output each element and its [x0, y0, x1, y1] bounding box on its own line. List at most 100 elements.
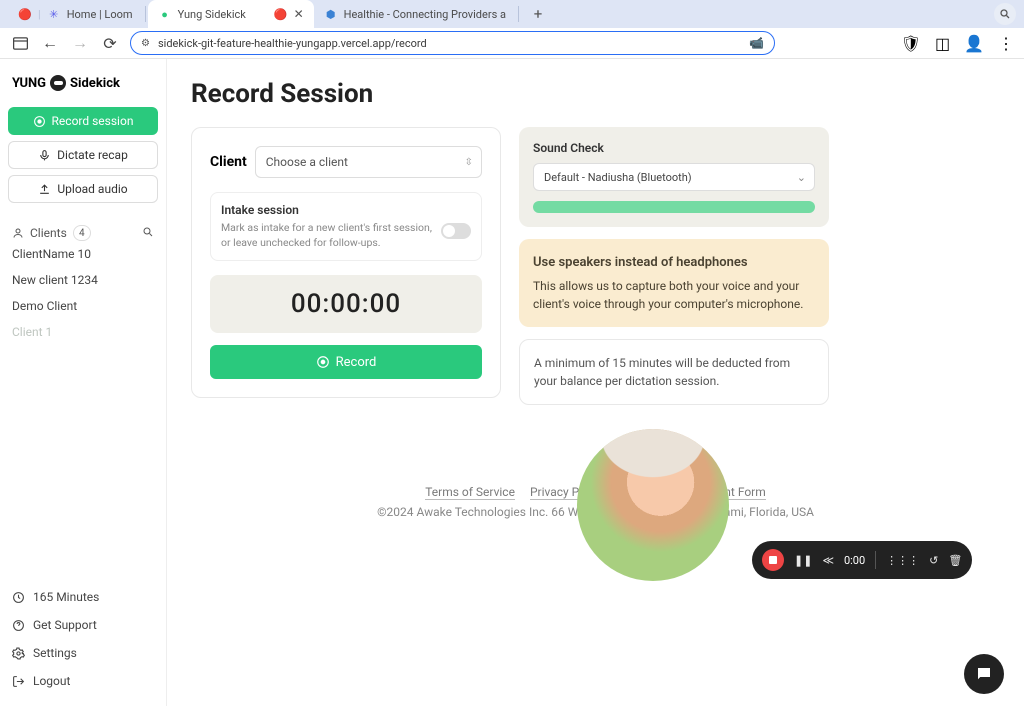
sidekick-icon: ●: [158, 7, 172, 21]
recording-time: 0:00: [844, 554, 865, 567]
logo-text-1: YUNG: [12, 76, 46, 91]
record-dot-icon: 🔴: [274, 7, 288, 21]
client-item[interactable]: Client 1: [8, 319, 158, 345]
info-text: A minimum of 15 minutes will be deducted…: [534, 356, 790, 388]
record-dot-icon: 🔴: [18, 7, 32, 21]
tab-label: Home | Loom: [67, 8, 133, 21]
browser-chrome: 🔴 | ✳ Home | Loom ● Yung Sidekick 🔴 ✕ ⬢ …: [0, 0, 1024, 59]
forward-button[interactable]: →: [70, 33, 90, 53]
logo-icon: [50, 75, 66, 91]
tab-label: Yung Sidekick: [178, 8, 268, 21]
logout-row[interactable]: Logout: [8, 668, 158, 694]
button-label: Record session: [52, 114, 134, 128]
tab-separator: [518, 6, 519, 22]
profile-icon[interactable]: 👤: [964, 34, 984, 53]
sound-level-bar: [533, 201, 815, 213]
button-label: Dictate recap: [57, 148, 128, 162]
tab-separator: [145, 6, 146, 22]
page-title: Record Session: [191, 79, 1000, 109]
timer-display: 00:00:00: [210, 275, 482, 333]
speakers-warning-card: Use speakers instead of headphones This …: [519, 239, 829, 327]
new-tab-button[interactable]: +: [527, 3, 549, 25]
minutes-row[interactable]: 165 Minutes: [8, 584, 158, 610]
chat-icon: [975, 665, 993, 683]
upload-audio-button[interactable]: Upload audio: [8, 175, 158, 203]
intake-desc: Mark as intake for a new client's first …: [221, 221, 433, 250]
logo: YUNG Sidekick: [8, 71, 158, 95]
magnify-icon: [142, 226, 154, 238]
logout-label: Logout: [33, 674, 70, 688]
client-item[interactable]: ClientName 10: [8, 241, 158, 267]
record-button-label: Record: [336, 355, 377, 370]
right-column: Sound Check Default - Nadiusha (Bluetoot…: [519, 127, 829, 405]
loom-icon: ✳: [47, 7, 61, 21]
sound-check-card: Sound Check Default - Nadiusha (Bluetoot…: [519, 127, 829, 227]
choose-client-select[interactable]: Choose a client: [255, 146, 482, 178]
search-clients-button[interactable]: [142, 226, 154, 241]
intake-toggle[interactable]: [441, 223, 471, 239]
settings-label: Settings: [33, 646, 77, 660]
support-label: Get Support: [33, 618, 97, 632]
client-item[interactable]: Demo Client: [8, 293, 158, 319]
sidebar-bottom: 165 Minutes Get Support Settings Logout: [8, 584, 158, 694]
back-button[interactable]: ←: [40, 33, 60, 53]
clients-count: 4: [73, 225, 91, 241]
panel-icon[interactable]: [10, 33, 30, 53]
grid-icon[interactable]: ⋮⋮⋮: [886, 554, 919, 567]
address-bar[interactable]: ⚙ sidekick-git-feature-healthie-yungapp.…: [130, 31, 775, 55]
record-icon: [316, 355, 330, 369]
logout-icon: [12, 675, 25, 688]
device-value: Default - Nadiusha (Bluetooth): [544, 171, 692, 184]
clock-icon: [12, 591, 25, 604]
tab-label: Healthie - Connecting Providers a: [344, 8, 506, 21]
close-icon[interactable]: ✕: [294, 7, 304, 21]
warning-body: This allows us to capture both your voic…: [533, 277, 815, 313]
shield-icon[interactable]: 🛡: [901, 34, 921, 53]
sidebar: YUNG Sidekick Record session Dictate rec…: [0, 59, 167, 706]
site-settings-icon[interactable]: ⚙: [141, 38, 150, 49]
chat-fab[interactable]: [964, 654, 1004, 694]
recording-toolbar: ❚❚ ≪ 0:00 ⋮⋮⋮ ↺ 🗑: [752, 541, 972, 579]
record-icon: [33, 115, 46, 128]
client-item[interactable]: New client 1234: [8, 267, 158, 293]
camera-bubble[interactable]: [577, 429, 729, 581]
address-row: ← → ⟳ ⚙ sidekick-git-feature-healthie-yu…: [0, 28, 1024, 59]
client-row: Client Choose a client: [210, 146, 482, 178]
dictate-recap-button[interactable]: Dictate recap: [8, 141, 158, 169]
menu-icon[interactable]: ⋮: [998, 34, 1014, 53]
record-button[interactable]: Record: [210, 345, 482, 379]
support-row[interactable]: Get Support: [8, 612, 158, 638]
footer-link-tos[interactable]: Terms of Service: [425, 485, 515, 500]
camera-icon[interactable]: 📹: [749, 36, 764, 50]
app-root: YUNG Sidekick Record session Dictate rec…: [0, 59, 1024, 706]
audio-device-select[interactable]: Default - Nadiusha (Bluetooth): [533, 163, 815, 191]
mic-icon: [38, 149, 51, 162]
rewind-button[interactable]: ≪: [822, 554, 834, 567]
tab-loom[interactable]: 🔴 | ✳ Home | Loom: [8, 0, 143, 28]
content-columns: Client Choose a client Intake session Ma…: [191, 127, 1000, 405]
magnify-icon: [999, 8, 1011, 20]
separator: [875, 551, 876, 569]
intake-title: Intake session: [221, 203, 471, 217]
tab-healthie[interactable]: ⬢ Healthie - Connecting Providers a: [314, 0, 516, 28]
clients-label: Clients: [30, 226, 67, 240]
pause-button[interactable]: ❚❚: [794, 554, 812, 567]
record-card: Client Choose a client Intake session Ma…: [191, 127, 501, 398]
browser-right-icons: 🛡 ◫ 👤 ⋮: [901, 34, 1014, 53]
tab-divider: |: [38, 8, 41, 21]
record-session-button[interactable]: Record session: [8, 107, 158, 135]
search-button[interactable]: [994, 3, 1016, 25]
client-label: Client: [210, 154, 247, 170]
upload-icon: [38, 183, 51, 196]
restart-button[interactable]: ↺: [929, 554, 938, 567]
reload-button[interactable]: ⟳: [100, 33, 120, 53]
warning-title: Use speakers instead of headphones: [533, 253, 815, 273]
help-icon: [12, 619, 25, 632]
settings-row[interactable]: Settings: [8, 640, 158, 666]
stop-recording-button[interactable]: [762, 549, 784, 571]
tab-yung[interactable]: ● Yung Sidekick 🔴 ✕: [148, 0, 314, 28]
clients-header: Clients 4: [8, 225, 158, 241]
delete-button[interactable]: 🗑: [948, 554, 962, 567]
gear-icon: [12, 647, 25, 660]
reader-icon[interactable]: ◫: [935, 34, 950, 53]
